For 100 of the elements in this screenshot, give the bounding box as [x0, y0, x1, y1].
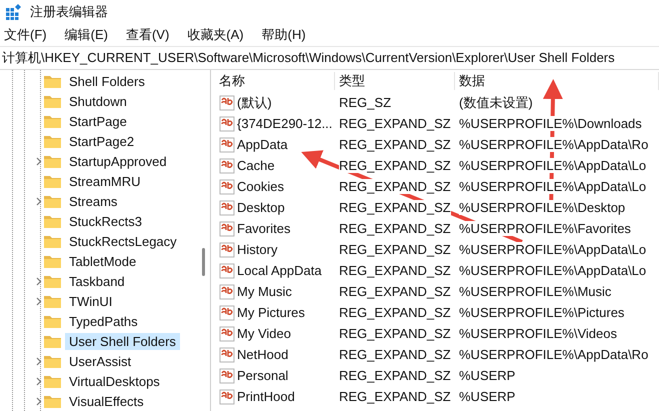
scrollbar-thumb[interactable]	[202, 248, 204, 276]
string-value-icon	[219, 284, 235, 300]
tree-item[interactable]: StuckRectsLegacy	[65, 232, 181, 250]
value-data: %USERPROFILE%\Pictures	[459, 305, 624, 320]
folder-icon	[44, 134, 61, 148]
address-bar[interactable]: 计算机\HKEY_CURRENT_USER\Software\Microsoft\Windows\CurrentVersion\Explorer\User Shell Folders	[0, 46, 659, 70]
value-name: NetHood	[237, 347, 288, 362]
value-data: %USERPROFILE%\AppData\Ro	[459, 347, 648, 362]
column-header[interactable]: 名称	[215, 72, 335, 90]
folder-icon	[44, 174, 61, 188]
folder-icon	[44, 294, 61, 308]
value-type: REG_EXPAND_SZ	[339, 284, 451, 299]
tree-item[interactable]: VirtualDesktops	[65, 372, 164, 390]
value-name: {374DE290-12...	[237, 116, 332, 131]
expand-chevron-icon[interactable]	[36, 396, 42, 406]
string-value-icon	[219, 262, 235, 278]
folder-icon	[44, 374, 61, 388]
expand-chevron-icon[interactable]	[36, 356, 42, 366]
value-type: REG_EXPAND_SZ	[339, 368, 451, 383]
value-name: Favorites	[237, 221, 290, 236]
expand-chevron-icon[interactable]	[36, 156, 42, 166]
column-header[interactable]: 类型	[335, 72, 455, 90]
value-type: REG_EXPAND_SZ	[339, 305, 451, 320]
tree-item[interactable]: StartPage2	[65, 132, 138, 150]
folder-icon	[44, 114, 61, 128]
folder-icon	[44, 334, 61, 348]
tree-item[interactable]: TabletMode	[65, 252, 140, 270]
value-data: %USERP	[459, 389, 516, 404]
menu-item[interactable]: 查看(V)	[126, 26, 170, 44]
tree-item[interactable]: User Shell Folders	[65, 332, 180, 350]
value-name: AppData	[237, 137, 288, 152]
value-data: %USERP	[459, 368, 516, 383]
folder-icon	[44, 194, 61, 208]
value-type: REG_EXPAND_SZ	[339, 221, 451, 236]
value-type: REG_EXPAND_SZ	[339, 242, 451, 257]
folder-icon	[44, 254, 61, 268]
value-data: %USERPROFILE%\Desktop	[459, 200, 626, 215]
menu-item[interactable]: 收藏夹(A)	[187, 26, 244, 44]
string-value-icon	[219, 368, 235, 384]
expand-chevron-icon[interactable]	[36, 196, 42, 206]
column-header[interactable]: 数据	[455, 72, 659, 90]
folder-icon	[44, 314, 61, 328]
folder-icon	[44, 214, 61, 228]
value-name: Local AppData	[237, 263, 322, 278]
value-type: REG_EXPAND_SZ	[339, 137, 451, 152]
folder-icon	[44, 154, 61, 168]
tree-item[interactable]: Taskband	[65, 272, 129, 290]
folder-icon	[44, 234, 61, 248]
string-value-icon	[219, 158, 235, 174]
tree-item[interactable]: TypedPaths	[65, 312, 142, 330]
expand-chevron-icon[interactable]	[36, 276, 42, 286]
tree-item[interactable]: VisualEffects	[65, 392, 148, 410]
value-name: PrintHood	[237, 389, 295, 404]
string-value-icon	[219, 220, 235, 236]
string-value-icon	[219, 388, 235, 404]
tree-item[interactable]: Shutdown	[65, 92, 131, 110]
expand-chevron-icon[interactable]	[36, 296, 42, 306]
folder-icon	[44, 394, 61, 408]
value-data: %USERPROFILE%\Favorites	[459, 221, 631, 236]
string-value-icon	[219, 326, 235, 342]
tree-item[interactable]: Streams	[65, 192, 122, 210]
value-type: REG_EXPAND_SZ	[339, 116, 451, 131]
folder-icon	[44, 94, 61, 108]
tree-item[interactable]: Shell Folders	[65, 72, 149, 90]
value-type: REG_EXPAND_SZ	[339, 389, 451, 404]
value-data: %USERPROFILE%\AppData\Lo	[459, 158, 646, 173]
value-data: %USERPROFILE%\Videos	[459, 326, 617, 341]
value-name: Cache	[237, 158, 275, 173]
string-value-icon	[219, 94, 235, 110]
expand-chevron-icon[interactable]	[36, 376, 42, 386]
value-data: %USERPROFILE%\Downloads	[459, 116, 642, 131]
value-type: REG_EXPAND_SZ	[339, 179, 451, 194]
value-data: %USERPROFILE%\AppData\Lo	[459, 179, 646, 194]
folder-icon	[44, 74, 61, 88]
folder-icon	[44, 354, 61, 368]
menu-item[interactable]: 文件(F)	[4, 26, 47, 44]
menu-item[interactable]: 帮助(H)	[262, 26, 306, 44]
string-value-icon	[219, 346, 235, 362]
string-value-icon	[219, 200, 235, 216]
value-name: My Pictures	[237, 305, 305, 320]
tree-item[interactable]: TWinUI	[65, 292, 116, 310]
value-type: REG_EXPAND_SZ	[339, 158, 451, 173]
string-value-icon	[219, 136, 235, 152]
tree-item[interactable]: StartupApproved	[65, 152, 171, 170]
value-name: Desktop	[237, 200, 285, 215]
menu-item[interactable]: 编辑(E)	[64, 26, 108, 44]
string-value-icon	[219, 178, 235, 194]
value-name: Cookies	[237, 179, 284, 194]
tree-item[interactable]: UserAssist	[65, 352, 136, 370]
value-data: (数值未设置)	[459, 94, 533, 112]
string-value-icon	[219, 304, 235, 320]
tree-item[interactable]: StartPage	[65, 112, 131, 130]
tree-item[interactable]: StreamMRU	[65, 172, 145, 190]
value-type: REG_SZ	[339, 95, 392, 110]
value-data: %USERPROFILE%\AppData\Ro	[459, 137, 648, 152]
value-type: REG_EXPAND_SZ	[339, 263, 451, 278]
window-title: 注册表编辑器	[30, 3, 108, 21]
string-value-icon	[219, 242, 235, 258]
value-name: My Video	[237, 326, 291, 341]
tree-item[interactable]: StuckRects3	[65, 212, 146, 230]
